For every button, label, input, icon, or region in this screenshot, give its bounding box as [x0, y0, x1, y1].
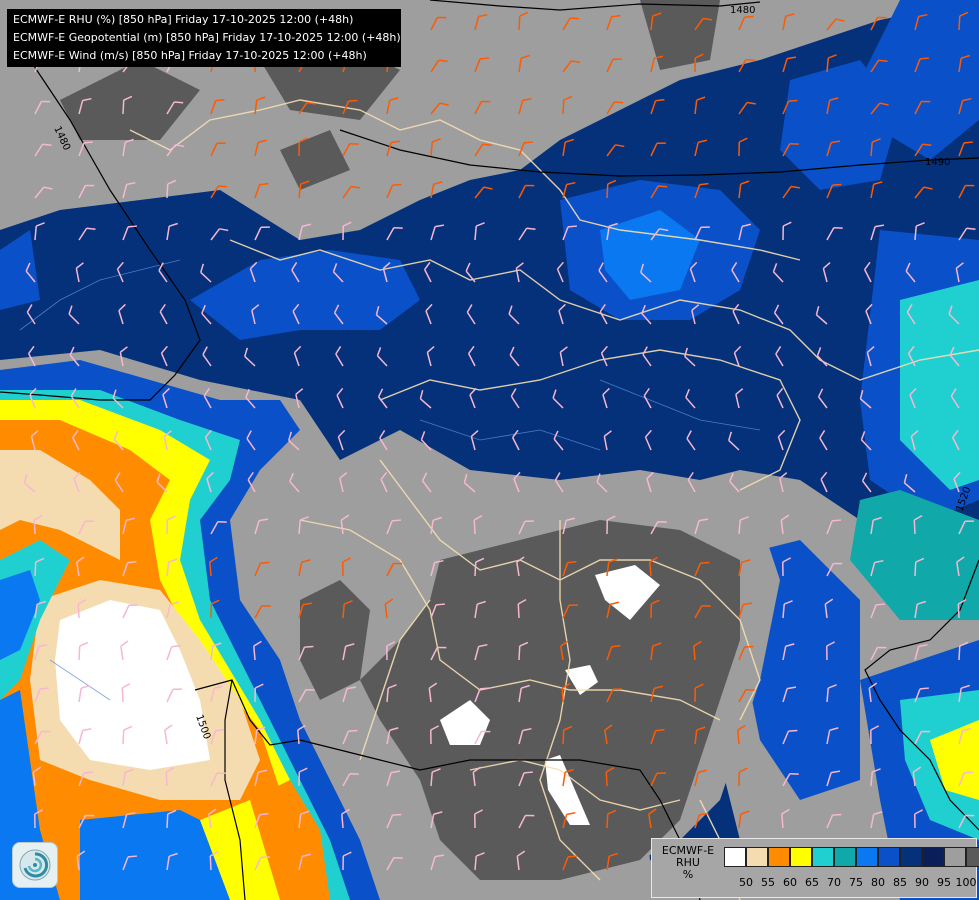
- legend-swatch: [746, 847, 768, 867]
- legend-swatch: [834, 847, 856, 867]
- title-geopotential: ECMWF-E Geopotential (m) [850 hPa] Frida…: [13, 31, 401, 44]
- legend-tick: 95: [937, 876, 951, 889]
- legend-swatch: [966, 847, 979, 867]
- legend-swatch: [812, 847, 834, 867]
- legend-tick: 85: [893, 876, 907, 889]
- legend-swatch: [724, 847, 746, 867]
- legend-swatch: [900, 847, 922, 867]
- map-title-box: ECMWF-E RHU (%) [850 hPa] Friday 17-10-2…: [7, 9, 401, 67]
- legend-ticks: 50 55 60 65 70 75 80 85 90 95 100: [724, 876, 977, 889]
- rhu-legend: ECMWF-E RHU % 50 55 60 65 70 75 80 85 90 95 100: [651, 838, 979, 898]
- legend-tick: 100: [955, 876, 977, 889]
- title-wind: ECMWF-E Wind (m/s) [850 hPa] Friday 17-1…: [13, 49, 367, 62]
- legend-swatch: [878, 847, 900, 867]
- legend-swatch: [944, 847, 966, 867]
- legend-swatch: [768, 847, 790, 867]
- legend-tick: 90: [915, 876, 929, 889]
- swirl-logo-icon: [12, 842, 58, 888]
- legend-tick: 50: [739, 876, 753, 889]
- contour-label: 1490: [925, 157, 950, 168]
- legend-swatches: [724, 847, 979, 867]
- contour-label: 1480: [730, 5, 755, 16]
- legend-swatch: [922, 847, 944, 867]
- legend-swatch: [790, 847, 812, 867]
- legend-tick: 75: [849, 876, 863, 889]
- legend-swatch: [856, 847, 878, 867]
- legend-title-line: %: [682, 868, 694, 881]
- legend-title: ECMWF-E RHU %: [656, 845, 720, 881]
- rhu-map[interactable]: 1480 1480 1490 1500 1520: [0, 0, 979, 900]
- legend-tick: 70: [827, 876, 841, 889]
- legend-tick: 60: [783, 876, 797, 889]
- title-rhu: ECMWF-E RHU (%) [850 hPa] Friday 17-10-2…: [13, 13, 354, 26]
- legend-tick: 80: [871, 876, 885, 889]
- legend-tick: 55: [761, 876, 775, 889]
- legend-tick: 65: [805, 876, 819, 889]
